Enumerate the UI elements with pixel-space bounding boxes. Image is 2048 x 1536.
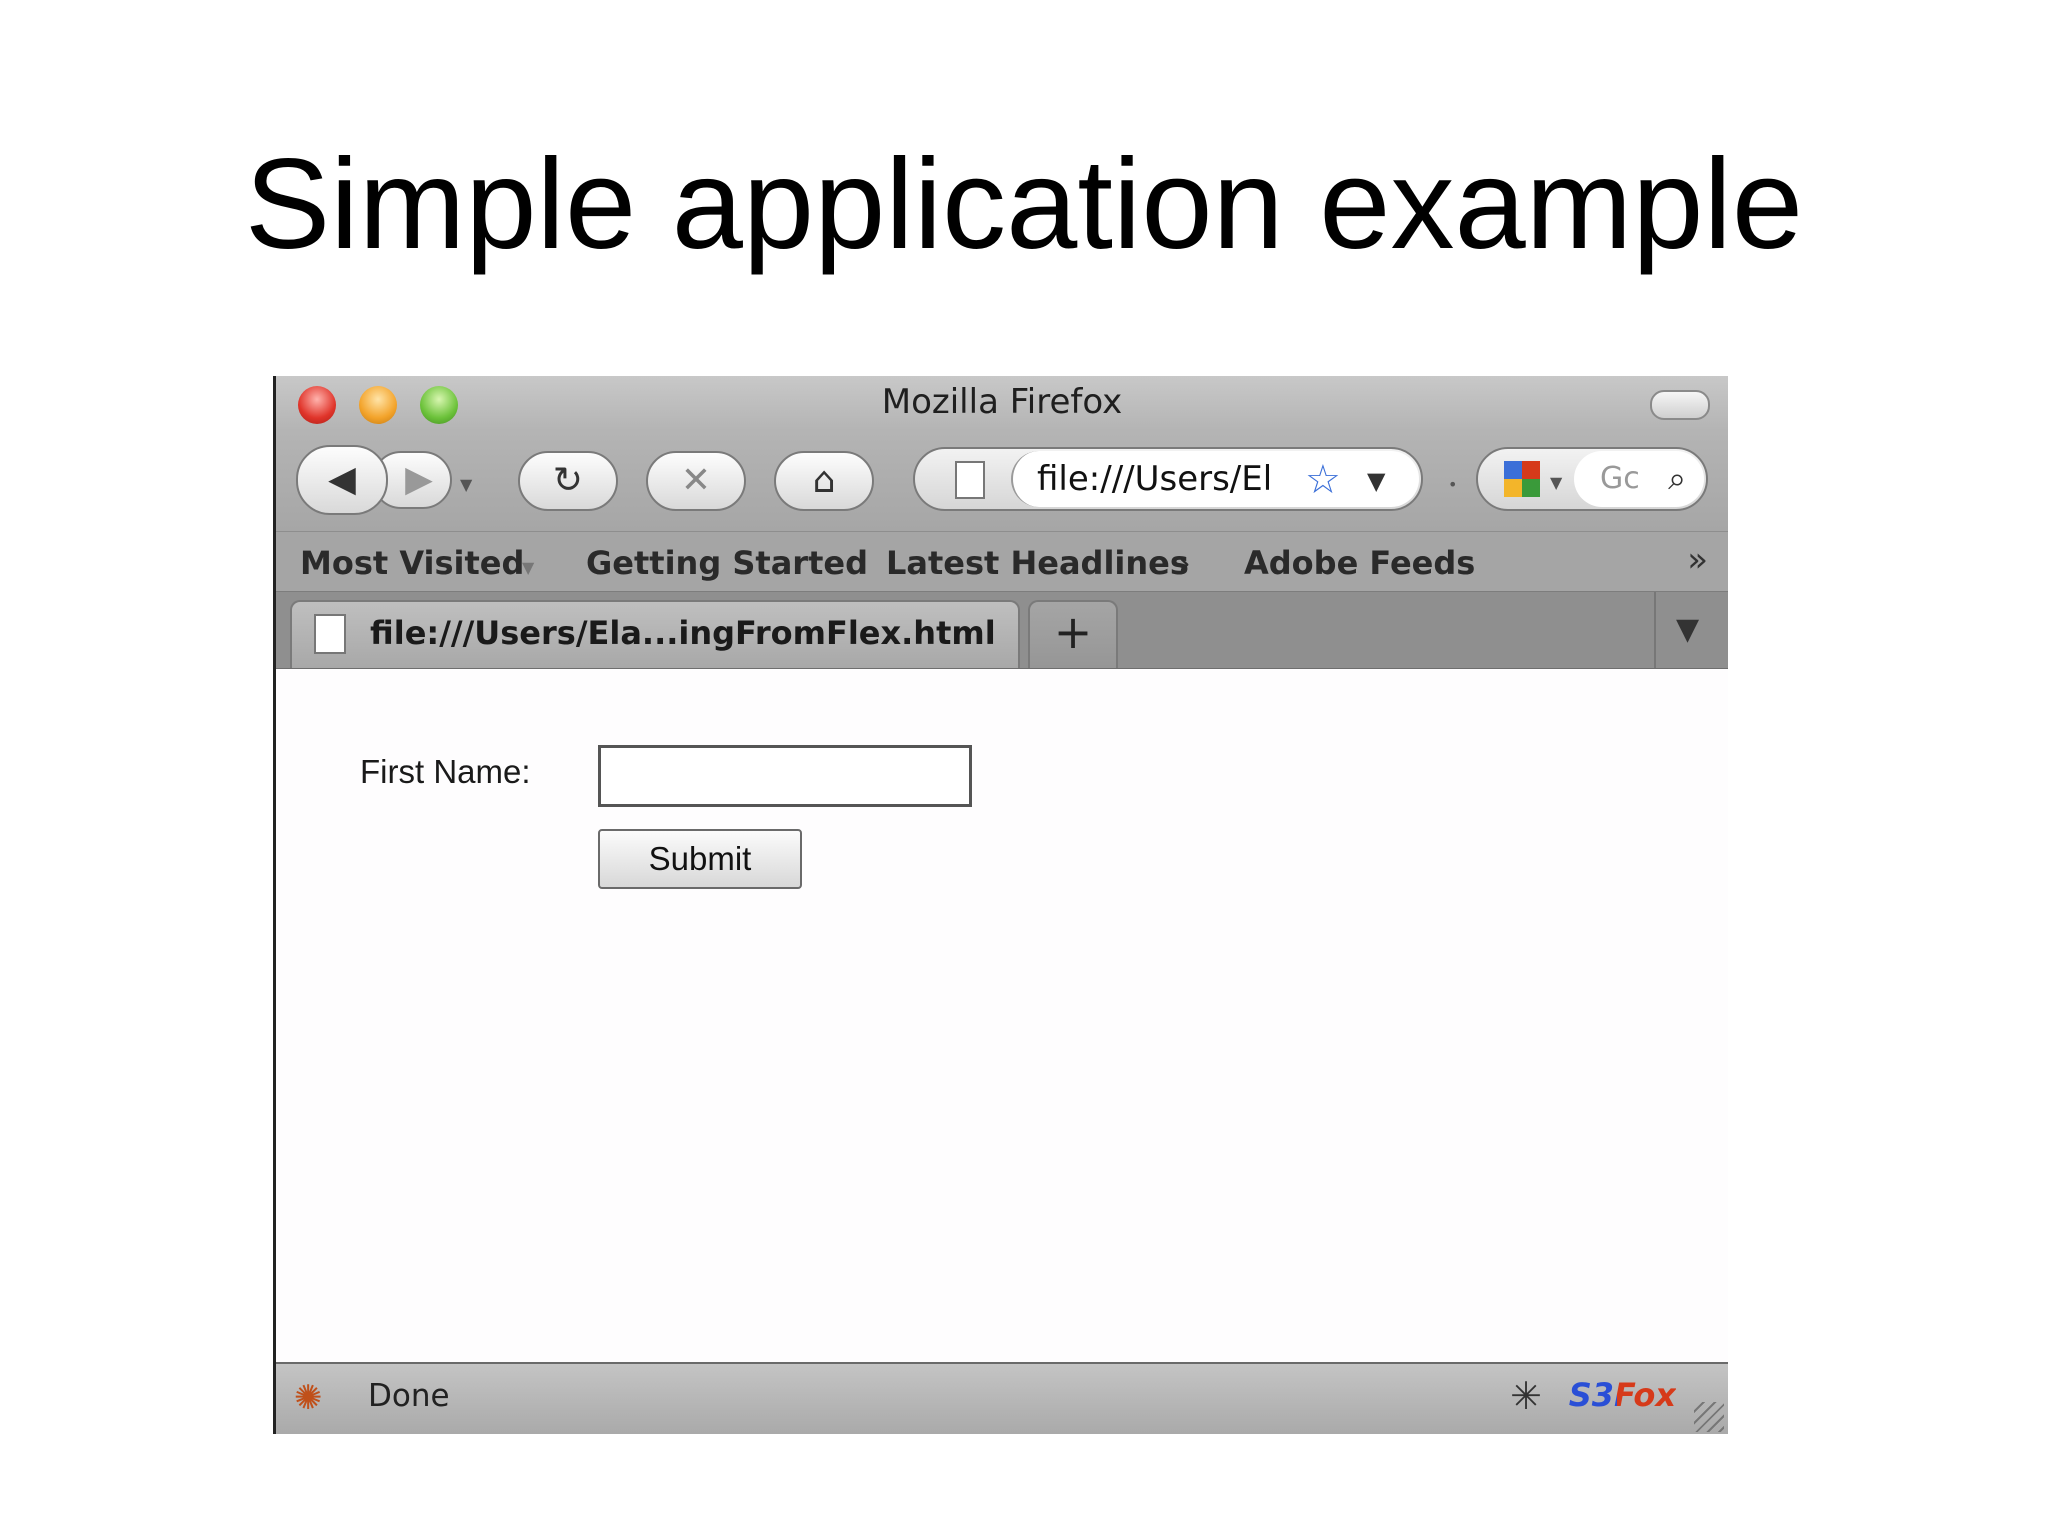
bookmark-star-icon[interactable]: ☆: [1305, 457, 1341, 503]
home-icon: ⌂: [812, 460, 836, 501]
new-tab-button[interactable]: +: [1028, 600, 1118, 668]
history-dropdown-icon[interactable]: ▼: [460, 475, 472, 494]
back-arrow-icon: ◀: [328, 459, 356, 500]
separator-icon: •: [1448, 475, 1458, 494]
reload-button[interactable]: ↻: [518, 451, 618, 511]
s3fox-label: S3Fox: [1568, 1376, 1676, 1414]
url-dropdown-icon[interactable]: ▼: [1367, 467, 1385, 495]
reload-icon: ↻: [552, 460, 584, 501]
forward-arrow-icon: ▶: [405, 459, 433, 500]
bug-icon[interactable]: ✳: [1510, 1374, 1542, 1418]
navigation-toolbar: ◀ ▶ ▼ ↻ ✕ ⌂ file:///Users/El ☆ ▼ • ▼ Gc …: [276, 431, 1728, 531]
bookmark-most-visited[interactable]: Most Visited: [300, 544, 524, 582]
tab-label: file:///Users/Ela...ingFromFlex.html: [370, 614, 996, 652]
s3fox-addon[interactable]: S3Fox: [1569, 1376, 1676, 1414]
tab-strip: file:///Users/Ela...ingFromFlex.html + ▼: [276, 591, 1728, 670]
submit-button[interactable]: Submit: [598, 829, 802, 889]
status-bar: ✺ Done ✳ S3Fox: [276, 1362, 1728, 1434]
tab-list-icon: ▼: [1676, 612, 1700, 647]
search-bar[interactable]: ▼ Gc ⌕: [1476, 447, 1708, 511]
firebug-icon[interactable]: ✺: [294, 1378, 323, 1418]
slide-title: Simple application example: [244, 133, 1804, 276]
google-icon: [1504, 461, 1540, 497]
stop-icon: ✕: [680, 460, 712, 501]
page-icon: [955, 461, 985, 499]
title-bar: Mozilla Firefox: [276, 376, 1728, 431]
more-bookmarks-icon[interactable]: »: [1687, 540, 1708, 580]
page-icon: [314, 614, 346, 654]
search-icon[interactable]: ⌕: [1668, 459, 1686, 498]
bookmark-adobe-feeds[interactable]: Adobe Feeds: [1244, 544, 1475, 582]
stop-button[interactable]: ✕: [646, 451, 746, 511]
search-input[interactable]: Gc: [1600, 461, 1640, 496]
url-bar[interactable]: file:///Users/El ☆ ▼: [913, 447, 1423, 511]
resize-grip[interactable]: [1694, 1402, 1724, 1432]
first-name-input[interactable]: [598, 745, 972, 807]
tab-current[interactable]: file:///Users/Ela...ingFromFlex.html: [290, 600, 1020, 668]
bookmarks-toolbar: Most Visited ▼ Getting Started Latest He…: [276, 531, 1728, 592]
bookmark-getting-started[interactable]: Getting Started: [586, 544, 868, 582]
home-button[interactable]: ⌂: [774, 451, 874, 511]
toolbar-toggle-button[interactable]: [1650, 390, 1710, 420]
search-engine-dropdown-icon[interactable]: ▼: [1550, 473, 1562, 492]
browser-window: Mozilla Firefox ◀ ▶ ▼ ↻ ✕ ⌂ file:///User…: [273, 376, 1728, 1434]
url-text[interactable]: file:///Users/El: [1037, 459, 1272, 499]
chevron-down-icon: ▼: [522, 558, 535, 577]
window-title: Mozilla Firefox: [881, 382, 1123, 422]
bookmark-latest-headlines[interactable]: Latest Headlines: [886, 544, 1189, 582]
back-button[interactable]: ◀: [296, 445, 388, 515]
rss-icon: ›: [1178, 544, 1191, 582]
page-content: First Name: Submit: [276, 669, 1728, 1362]
first-name-label: First Name:: [360, 753, 531, 790]
status-text: Done: [368, 1378, 450, 1414]
tab-list-button[interactable]: ▼: [1654, 592, 1728, 668]
